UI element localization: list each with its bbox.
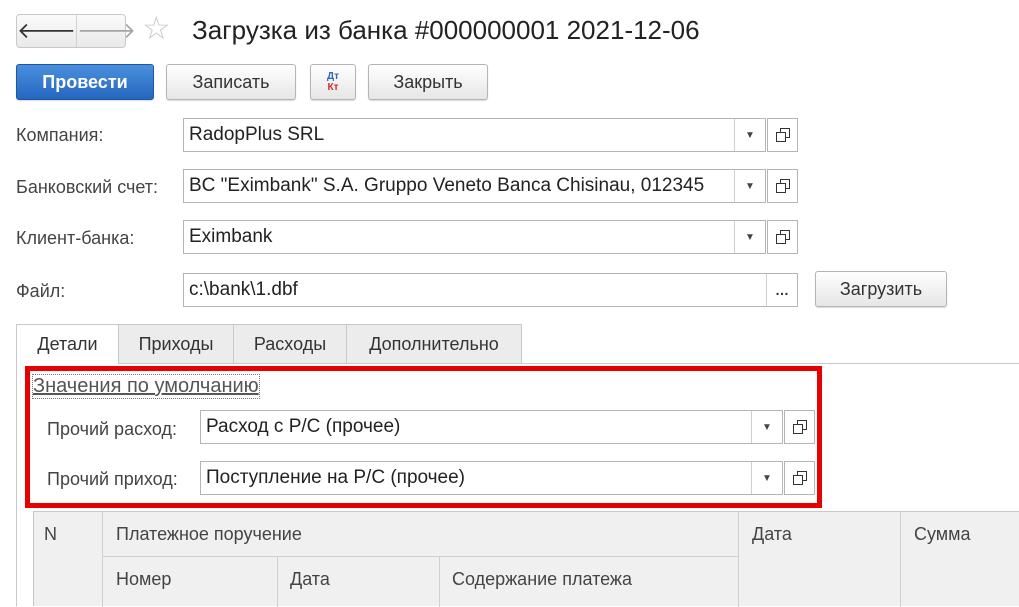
tab-income[interactable]: Приходы [118,324,233,364]
open-company-button[interactable] [767,118,798,152]
bank-account-field[interactable]: BC "Eximbank" S.A. Gruppo Veneto Banca C… [183,169,766,203]
column-header-content[interactable]: Содержание платежа [442,569,632,590]
open-window-icon [792,471,807,485]
back-button[interactable]: 🡐 [17,15,76,47]
chevron-down-icon: ▼ [745,180,755,192]
kt-label: Кт [327,82,339,93]
defaults-group-title[interactable]: Значения по умолчанию [32,374,260,399]
open-window-icon [775,230,790,244]
open-bank-account-button[interactable] [767,169,798,203]
page-title: Загрузка из банка #000000001 2021-12-06 [192,15,700,45]
tab-additional[interactable]: Дополнительно [346,324,522,364]
dt-kt-icon: Дт Кт [327,71,339,93]
column-header-sum[interactable]: Сумма [904,524,971,545]
bank-account-value: BC "Eximbank" S.A. Gruppo Veneto Banca C… [189,175,705,196]
company-label: Компания: [16,125,104,145]
chevron-down-icon: ▼ [762,472,772,484]
forward-button[interactable]: 🡒 [76,15,136,47]
dropdown-button[interactable]: ▼ [734,170,765,202]
arrow-right-icon: 🡒 [77,18,136,43]
open-window-icon [792,420,807,434]
open-client-bank-button[interactable] [767,220,798,254]
open-window-icon [775,128,790,142]
other-income-label: Прочий приход: [47,469,178,489]
other-expense-label: Прочий расход: [47,419,177,439]
header-divider [102,556,738,557]
chevron-down-icon: ▼ [745,231,755,243]
star-icon[interactable]: ☆ [142,12,171,44]
close-button[interactable]: Закрыть [368,64,488,100]
open-window-icon [775,179,790,193]
file-label: Файл: [16,281,66,301]
navigation-group: 🡐 🡒 [16,14,136,48]
column-divider [277,556,278,607]
dropdown-button[interactable]: ▼ [751,411,782,443]
company-field[interactable]: RadopPlus SRL ▼ [183,118,766,152]
column-divider [102,512,103,607]
file-field[interactable]: c:\bank\1.dbf … [183,273,798,307]
column-divider [738,512,739,607]
ellipsis-icon: … [775,282,789,298]
chevron-down-icon: ▼ [762,421,772,433]
dropdown-button[interactable]: ▼ [734,221,765,253]
load-button[interactable]: Загрузить [815,271,947,307]
dropdown-button[interactable]: ▼ [734,119,765,151]
other-expense-value: Расход с Р/С (прочее) [206,416,401,437]
column-divider [900,512,901,607]
select-file-button[interactable]: … [766,274,797,306]
column-header-payment-order[interactable]: Платежное поручение [106,524,302,545]
column-divider [439,556,440,607]
tab-expenses[interactable]: Расходы [233,324,346,364]
client-bank-value: Eximbank [189,226,273,247]
post-button[interactable]: Провести [16,64,154,100]
open-other-expense-button[interactable] [784,410,815,444]
tab-divider [522,363,1019,364]
file-value: c:\bank\1.dbf [189,279,298,300]
tab-bar: Детали Приходы Расходы Дополнительно [16,324,522,364]
column-header-number[interactable]: Номер [106,569,171,590]
tab-pane-border [16,363,17,606]
other-expense-field[interactable]: Расход с Р/С (прочее) ▼ [200,410,783,444]
tab-details[interactable]: Детали [16,324,118,364]
column-header-n[interactable]: N [34,524,57,545]
dt-label: Дт [326,71,340,82]
arrow-left-icon: 🡐 [17,18,76,43]
column-header-date[interactable]: Дата [742,524,792,545]
other-income-field[interactable]: Поступление на Р/С (прочее) ▼ [200,461,783,495]
payments-table: N Платежное поручение Дата Сумма Номер Д… [33,511,1019,607]
client-bank-field[interactable]: Eximbank ▼ [183,220,766,254]
open-other-income-button[interactable] [784,461,815,495]
chevron-down-icon: ▼ [745,129,755,141]
client-bank-label: Клиент-банка: [16,228,135,248]
dt-kt-button[interactable]: Дт Кт [310,64,356,100]
column-header-order-date[interactable]: Дата [280,569,330,590]
other-income-value: Поступление на Р/С (прочее) [206,467,466,488]
save-button[interactable]: Записать [166,64,296,100]
bank-account-label: Банковский счет: [16,177,159,197]
company-value: RadopPlus SRL [189,124,325,145]
dropdown-button[interactable]: ▼ [751,462,782,494]
